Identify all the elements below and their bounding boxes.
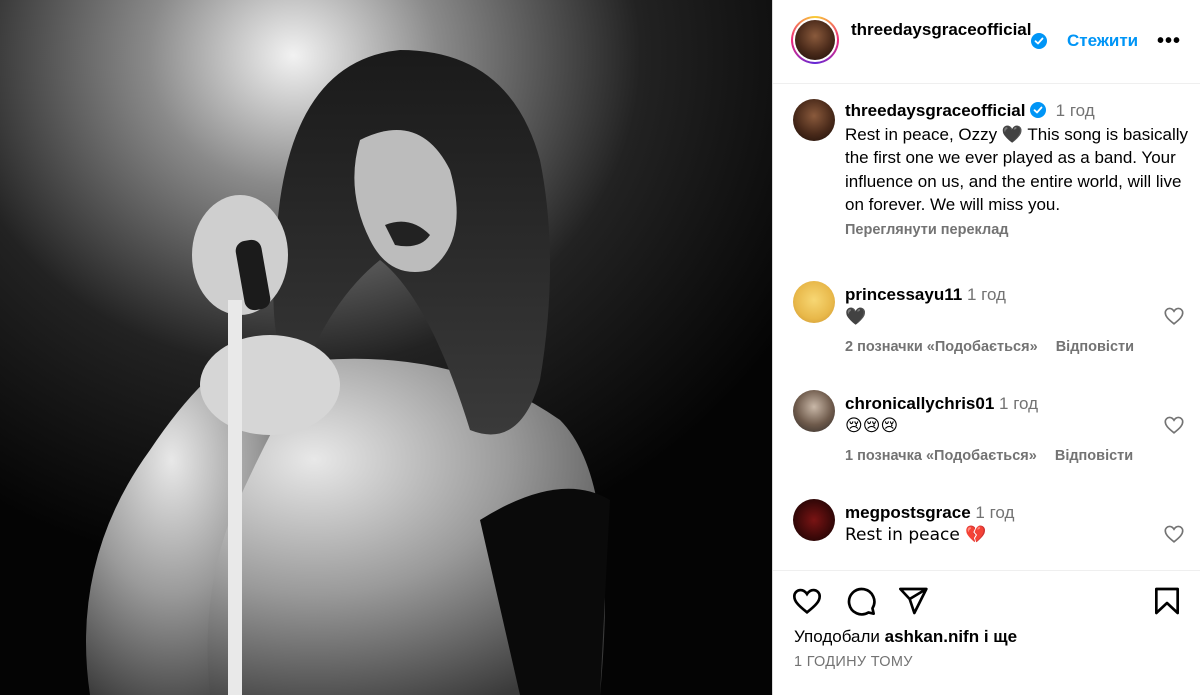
verified-badge-icon <box>1031 33 1047 49</box>
comment-item: chronicallychris01 1 год 😢😢😢 1 позначка … <box>793 390 1193 490</box>
commenter-username[interactable]: megpostsgrace <box>845 503 971 522</box>
like-heart-icon[interactable] <box>791 585 823 617</box>
author-avatar <box>795 20 835 60</box>
commenter-username[interactable]: chronicallychris01 <box>845 394 994 413</box>
comment-text: 😢😢😢 <box>845 416 899 436</box>
author-avatar-story-ring[interactable] <box>791 16 839 64</box>
concert-photo-image <box>0 0 772 695</box>
comment-heart-icon[interactable] <box>1163 414 1185 436</box>
comment-item: megpostsgrace 1 год Rest in peace 💔 <box>793 499 1193 570</box>
author-username[interactable]: threedaysgraceofficial <box>851 18 1033 41</box>
more-options-icon[interactable]: ••• <box>1157 30 1181 53</box>
caption-author-avatar[interactable] <box>793 99 835 141</box>
save-bookmark-icon[interactable] <box>1151 585 1183 617</box>
comment-text: 🖤 <box>845 307 867 327</box>
post-side-panel: threedaysgraceofficial Стежити ••• three… <box>772 0 1200 695</box>
see-translation-link[interactable]: Переглянути переклад <box>845 219 1195 243</box>
caption-author-username[interactable]: threedaysgraceofficial <box>845 101 1025 120</box>
reply-button[interactable]: Відповісти <box>1055 448 1133 464</box>
verified-badge-icon <box>1030 102 1047 118</box>
comment-time[interactable]: 1 год <box>967 285 1006 304</box>
comment-time[interactable]: 1 год <box>999 394 1038 413</box>
comment-like-count[interactable]: 1 позначка «Подобається» <box>845 448 1037 464</box>
liked-by-summary[interactable]: Уподобали ashkan.nifn і ще <box>794 627 1017 647</box>
liked-by-prefix: Уподобали <box>794 627 885 646</box>
commenter-avatar[interactable] <box>793 281 835 323</box>
comment-text: Rest in peace 💔 <box>845 525 987 545</box>
liked-by-suffix[interactable]: і ще <box>979 627 1017 646</box>
commenter-avatar[interactable] <box>793 390 835 432</box>
comment-item: princessayu11 1 год 🖤 2 позначки «Подоба… <box>793 281 1193 381</box>
comment-bubble-icon[interactable] <box>845 585 877 617</box>
commenter-avatar[interactable] <box>793 499 835 541</box>
liked-by-username[interactable]: ashkan.nifn <box>885 627 979 646</box>
commenter-username[interactable]: princessayu11 <box>845 285 962 304</box>
reply-button[interactable]: Відповісти <box>1056 339 1134 355</box>
caption-text: Rest in peace, Ozzy 🖤 This song is basic… <box>845 124 1189 215</box>
comment-heart-icon[interactable] <box>1163 305 1185 327</box>
post-header: threedaysgraceofficial Стежити ••• <box>773 0 1200 84</box>
comment-like-count[interactable]: 2 позначки «Подобається» <box>845 339 1038 355</box>
post-photo[interactable] <box>0 0 772 695</box>
post-timestamp[interactable]: 1 ГОДИНУ ТОМУ <box>794 654 913 670</box>
comments-scroll-area[interactable]: threedaysgraceofficial 1 год Rest in pea… <box>773 85 1200 570</box>
share-send-icon[interactable] <box>897 585 929 617</box>
follow-button[interactable]: Стежити <box>1067 31 1138 51</box>
comment-heart-icon[interactable] <box>1163 523 1185 545</box>
caption-time[interactable]: 1 год <box>1056 101 1095 120</box>
comment-time[interactable]: 1 год <box>975 503 1014 522</box>
post-actions-bar: Уподобали ashkan.nifn і ще 1 ГОДИНУ ТОМУ <box>773 570 1200 695</box>
